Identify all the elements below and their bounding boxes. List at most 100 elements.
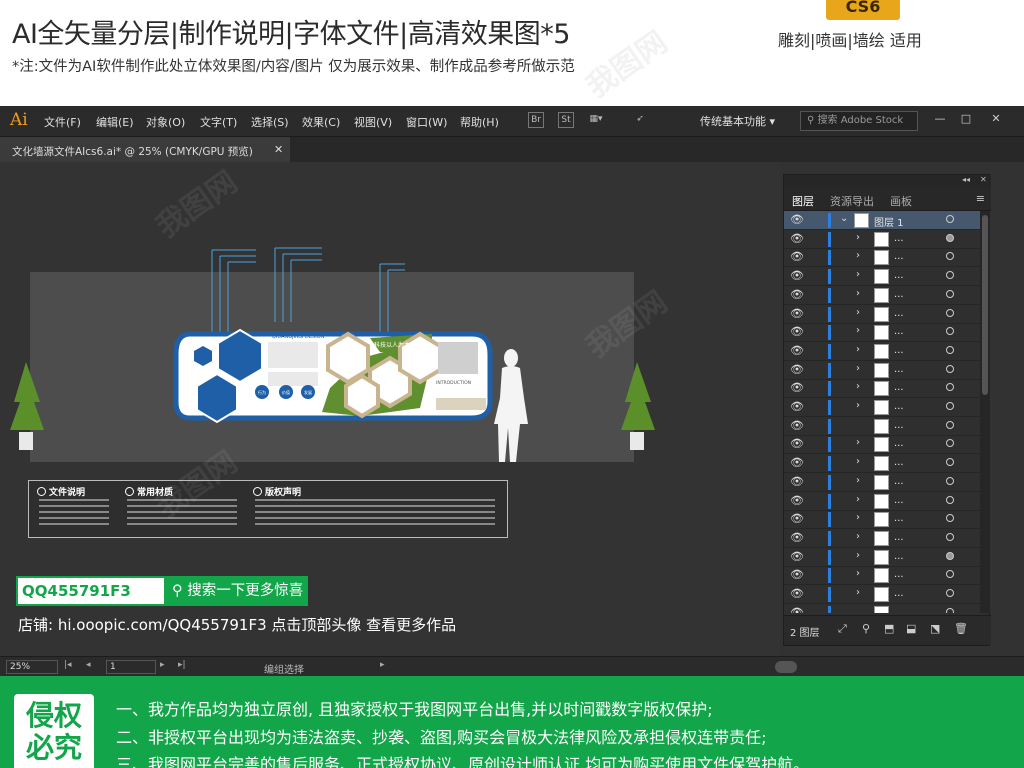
- visibility-eye-icon[interactable]: 👁: [790, 250, 804, 263]
- sublayer-row[interactable]: 👁 ›...: [784, 398, 980, 417]
- visibility-eye-icon[interactable]: 👁: [790, 213, 804, 226]
- illustrator-logo[interactable]: Ai: [10, 110, 28, 130]
- expand-icon[interactable]: ›: [856, 550, 860, 561]
- expand-icon[interactable]: ›: [856, 456, 860, 467]
- layer-target-icon[interactable]: [946, 551, 954, 560]
- visibility-eye-icon[interactable]: 👁: [790, 307, 804, 320]
- layer-target-icon[interactable]: [946, 233, 954, 242]
- menu-file[interactable]: 文件(F): [44, 114, 81, 130]
- menu-effect[interactable]: 效果(C): [302, 114, 340, 130]
- layer-name[interactable]: ...: [894, 401, 904, 412]
- search-more-button[interactable]: ⚲ 搜索一下更多惊喜: [166, 576, 308, 606]
- stock-icon[interactable]: St: [558, 112, 574, 128]
- sublayer-row[interactable]: 👁 ›...: [784, 510, 980, 530]
- layer-name[interactable]: ...: [894, 364, 904, 375]
- layer-name[interactable]: ...: [894, 513, 904, 524]
- visibility-eye-icon[interactable]: 👁: [790, 269, 804, 282]
- expand-icon[interactable]: ›: [856, 325, 860, 336]
- maximize-button[interactable]: □: [958, 112, 974, 126]
- sublayer-row[interactable]: 👁 ›...: [784, 585, 980, 604]
- layer-target-icon[interactable]: [946, 271, 954, 280]
- expand-icon[interactable]: ›: [856, 568, 860, 579]
- layer-target-icon[interactable]: [946, 570, 954, 579]
- layer-name[interactable]: ...: [894, 607, 904, 613]
- horizontal-scrollbar-thumb[interactable]: [775, 661, 797, 673]
- collect-export-icon[interactable]: ⤢: [838, 622, 847, 636]
- artboard-canvas[interactable]: QIUANGJINSI DESIGN 科技以人为本 INTRODUCTION 行为 价值…: [0, 162, 780, 656]
- tab-artboards[interactable]: 画板: [890, 193, 912, 209]
- layer-name[interactable]: ...: [894, 457, 904, 468]
- layer-target-icon[interactable]: [946, 252, 954, 261]
- layer-name[interactable]: ...: [894, 532, 904, 543]
- layer-target-icon[interactable]: [946, 402, 954, 410]
- visibility-eye-icon[interactable]: 👁: [790, 531, 804, 544]
- close-panel-icon[interactable]: ✕: [980, 175, 987, 184]
- visibility-eye-icon[interactable]: 👁: [790, 456, 804, 469]
- artboard-number-field[interactable]: 1: [106, 660, 156, 674]
- layer-name[interactable]: ...: [894, 233, 904, 244]
- sublayer-row[interactable]: 👁 ›...: [784, 323, 980, 343]
- layer-name[interactable]: ...: [894, 476, 904, 487]
- expand-icon[interactable]: ›: [856, 269, 860, 280]
- sublayer-row[interactable]: 👁...: [784, 417, 980, 436]
- expand-icon[interactable]: ›: [856, 437, 860, 448]
- layer-target-icon[interactable]: [946, 607, 954, 613]
- visibility-eye-icon[interactable]: 👁: [790, 363, 804, 376]
- first-artboard-icon[interactable]: |◂: [64, 660, 72, 670]
- expand-icon[interactable]: ›: [856, 475, 860, 486]
- clipping-mask-icon[interactable]: ⬒: [884, 622, 894, 635]
- sublayer-row[interactable]: 👁 ›...: [784, 248, 980, 268]
- sublayer-row[interactable]: 👁 ›...: [784, 473, 980, 492]
- tab-asset-export[interactable]: 资源导出: [830, 193, 874, 209]
- previous-artboard-icon[interactable]: ◂: [86, 660, 91, 670]
- sublayer-row[interactable]: 👁 ›...: [784, 548, 980, 567]
- menu-window[interactable]: 窗口(W): [406, 114, 447, 130]
- visibility-eye-icon[interactable]: 👁: [790, 512, 804, 525]
- visibility-eye-icon[interactable]: 👁: [790, 400, 804, 413]
- close-tab-icon[interactable]: ✕: [274, 143, 283, 156]
- expand-icon[interactable]: ›: [856, 344, 860, 355]
- sublayer-row[interactable]: 👁 ›...: [784, 305, 980, 324]
- menu-type[interactable]: 文字(T): [200, 114, 237, 130]
- arrange-documents-icon[interactable]: ▦▾: [588, 112, 604, 128]
- sublayer-row[interactable]: 👁 ›...: [784, 361, 980, 380]
- sublayer-row[interactable]: 👁 ›...: [784, 379, 980, 399]
- stock-search-input[interactable]: ⚲ 搜索 Adobe Stock: [800, 111, 918, 131]
- delete-layer-icon[interactable]: 🗑: [954, 622, 968, 635]
- layer-target-icon[interactable]: [946, 364, 954, 373]
- layer-target-icon[interactable]: [946, 383, 954, 392]
- layer-list-scrollbar[interactable]: [980, 211, 990, 613]
- collapse-panel-icon[interactable]: ◂◂: [962, 175, 970, 184]
- expand-icon[interactable]: ›: [856, 400, 860, 411]
- gpu-performance-icon[interactable]: ➶: [632, 112, 648, 128]
- layer-name[interactable]: ...: [894, 345, 904, 356]
- close-window-button[interactable]: ✕: [988, 112, 1004, 126]
- layer-row-top[interactable]: 👁 ⌄ 图层 1: [784, 211, 980, 230]
- layer-target-icon[interactable]: [946, 308, 954, 317]
- next-artboard-icon[interactable]: ▸: [160, 660, 165, 670]
- layer-target-icon[interactable]: [946, 514, 954, 523]
- layer-name[interactable]: ...: [894, 308, 904, 319]
- menu-view[interactable]: 视图(V): [354, 114, 392, 130]
- layer-name[interactable]: ...: [894, 420, 904, 431]
- layer-name[interactable]: ...: [894, 382, 904, 393]
- bridge-icon[interactable]: Br: [528, 112, 544, 128]
- expand-icon[interactable]: ›: [856, 363, 860, 374]
- layer-name[interactable]: ...: [894, 270, 904, 281]
- sublayer-row[interactable]: 👁 ›...: [784, 230, 980, 249]
- menu-help[interactable]: 帮助(H): [460, 114, 499, 130]
- sublayer-row[interactable]: 👁 ›...: [784, 342, 980, 361]
- sublayer-row[interactable]: 👁 ›...: [784, 267, 980, 287]
- layer-target-icon[interactable]: [946, 289, 954, 298]
- visibility-eye-icon[interactable]: 👁: [790, 232, 804, 245]
- layer-target-icon[interactable]: [946, 458, 954, 467]
- layer-name[interactable]: ...: [894, 326, 904, 337]
- menu-object[interactable]: 对象(O): [146, 114, 185, 130]
- new-layer-icon[interactable]: ⬔: [930, 622, 940, 635]
- panel-menu-icon[interactable]: ≡: [976, 192, 985, 205]
- layer-target-icon[interactable]: [946, 327, 954, 336]
- sublayer-row[interactable]: 👁 ›...: [784, 492, 980, 511]
- visibility-eye-icon[interactable]: 👁: [790, 606, 804, 613]
- layer-target-icon[interactable]: [946, 476, 954, 485]
- visibility-eye-icon[interactable]: 👁: [790, 437, 804, 450]
